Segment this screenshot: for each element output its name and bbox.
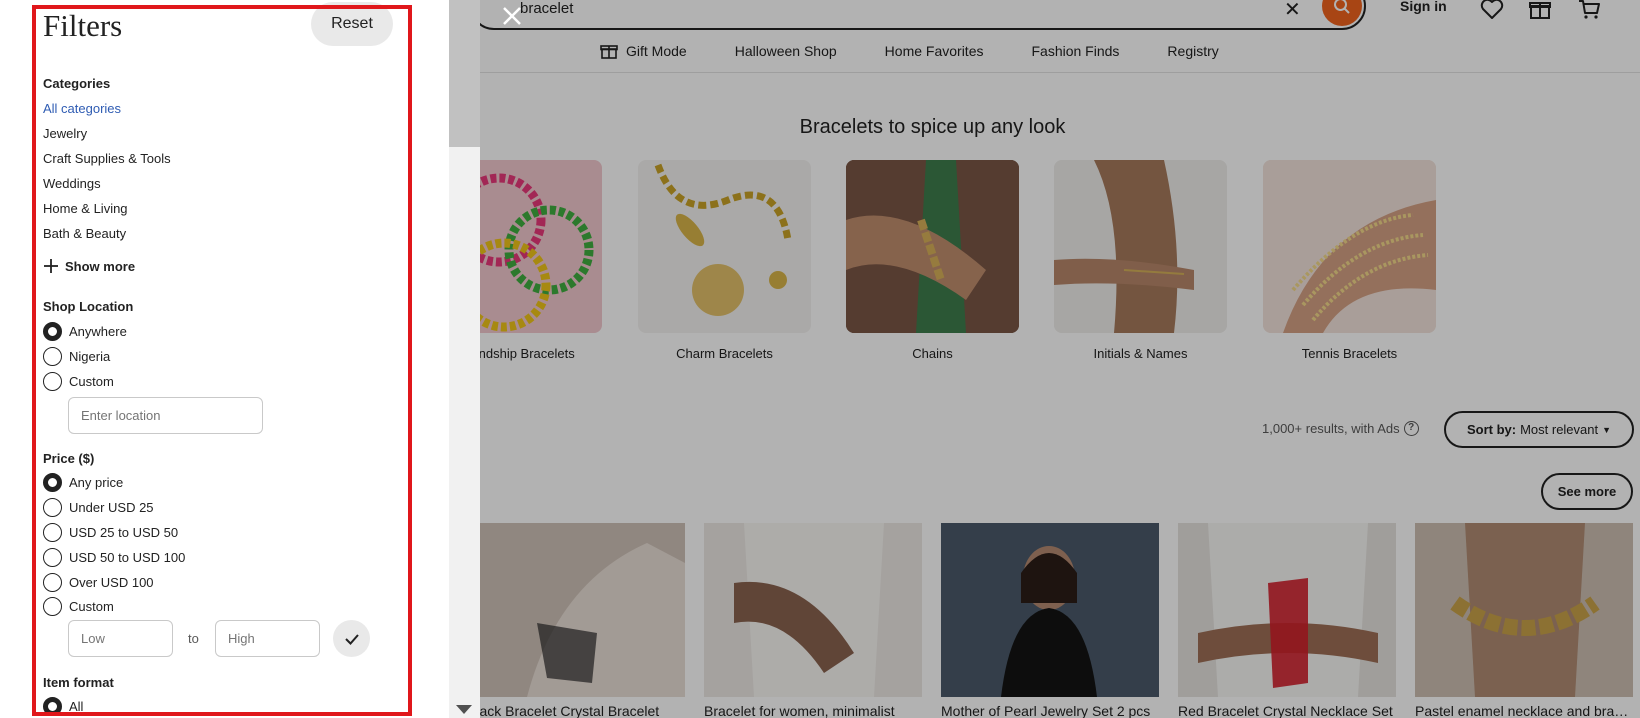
radio-label: Custom (69, 599, 114, 614)
radio-button[interactable] (43, 697, 62, 716)
radio-label: USD 50 to USD 100 (69, 550, 186, 565)
item-format-option-all[interactable]: All (43, 697, 83, 716)
price-option-over-100[interactable]: Over USD 100 (43, 573, 154, 592)
price-option-50-100[interactable]: USD 50 to USD 100 (43, 548, 185, 567)
categories-heading: Categories (43, 76, 111, 91)
category-link-craft[interactable]: Craft Supplies & Tools (43, 151, 171, 166)
filters-title: Filters (43, 8, 123, 43)
category-link-home[interactable]: Home & Living (43, 201, 128, 216)
category-link-jewelry[interactable]: Jewelry (43, 126, 87, 141)
radio-label: Any price (69, 475, 124, 490)
radio-label: Anywhere (69, 324, 127, 339)
radio-button[interactable] (43, 372, 62, 391)
show-more-label: Show more (65, 258, 136, 274)
radio-label: Under USD 25 (69, 500, 154, 515)
filters-panel: Filters Reset Categories All categories … (0, 0, 480, 718)
radio-label: Nigeria (69, 349, 111, 364)
shop-location-heading: Shop Location (43, 299, 134, 314)
price-option-any[interactable]: Any price (43, 473, 123, 492)
price-heading: Price ($) (43, 451, 95, 466)
category-link-weddings[interactable]: Weddings (43, 176, 101, 191)
price-to-label: to (188, 631, 199, 646)
price-option-custom[interactable]: Custom (43, 597, 114, 616)
price-low-input[interactable] (68, 620, 173, 657)
category-link-beauty[interactable]: Bath & Beauty (43, 226, 126, 241)
location-option-custom[interactable]: Custom (43, 372, 114, 391)
price-high-input[interactable] (215, 620, 320, 657)
radio-label: Over USD 100 (69, 575, 154, 590)
close-icon[interactable] (500, 4, 524, 28)
radio-button[interactable] (43, 548, 62, 567)
location-option-anywhere[interactable]: Anywhere (43, 322, 127, 341)
checkmark-icon (344, 633, 359, 645)
radio-button[interactable] (43, 473, 62, 492)
radio-button[interactable] (43, 573, 62, 592)
radio-label: USD 25 to USD 50 (69, 525, 179, 540)
location-option-nigeria[interactable]: Nigeria (43, 347, 110, 366)
radio-button[interactable] (43, 498, 62, 517)
plus-icon (44, 259, 58, 273)
radio-button[interactable] (43, 347, 62, 366)
scrollbar-thumb[interactable] (449, 0, 480, 147)
radio-label: All (69, 699, 84, 714)
reset-button[interactable]: Reset (311, 2, 393, 46)
radio-button[interactable] (43, 523, 62, 542)
radio-button[interactable] (43, 322, 62, 341)
radio-label: Custom (69, 374, 114, 389)
show-more-button[interactable]: Show more (43, 258, 135, 274)
price-option-under-25[interactable]: Under USD 25 (43, 498, 154, 517)
apply-price-button[interactable] (333, 620, 370, 657)
location-input[interactable] (68, 397, 263, 434)
item-format-heading: Item format (43, 675, 114, 690)
category-link-all[interactable]: All categories (43, 101, 121, 116)
radio-button[interactable] (43, 597, 62, 616)
price-option-25-50[interactable]: USD 25 to USD 50 (43, 523, 178, 542)
scroll-down-arrow-icon[interactable] (456, 705, 472, 714)
